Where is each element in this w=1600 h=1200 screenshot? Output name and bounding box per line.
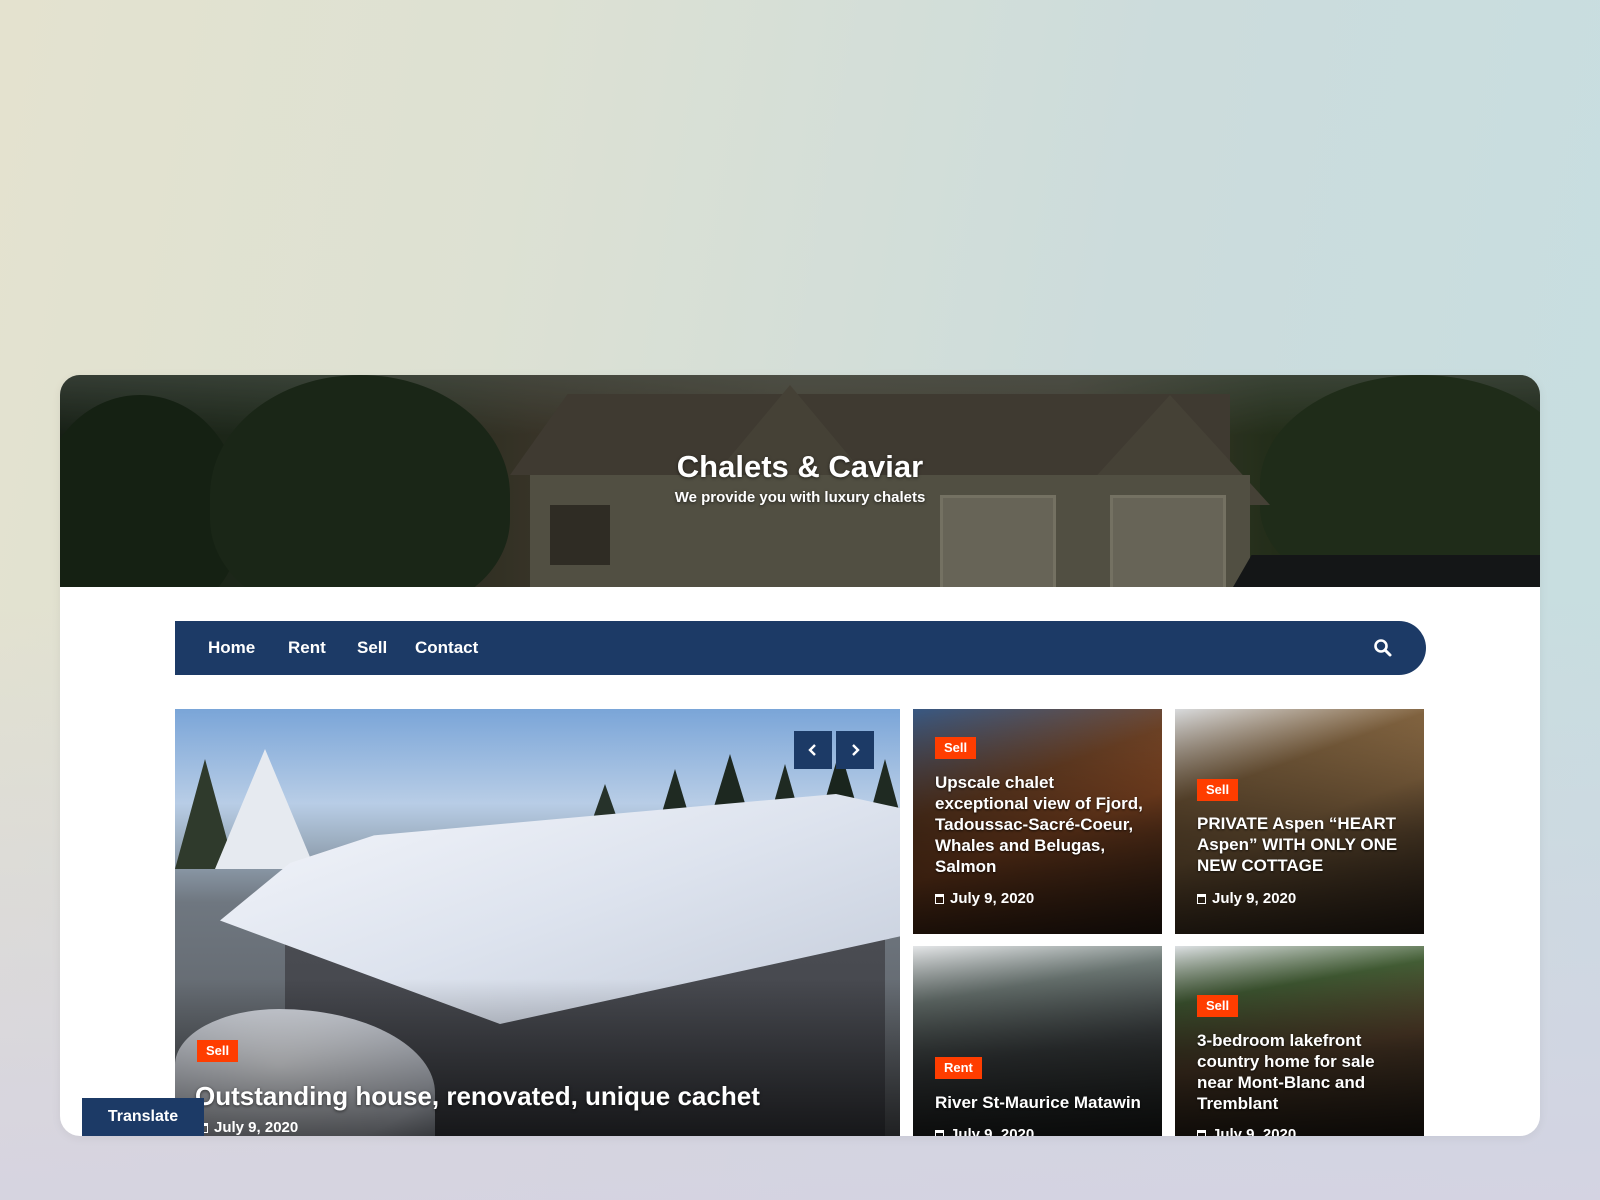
post-card[interactable]: Sell PRIVATE Aspen “HEART Aspen” WITH ON… — [1175, 709, 1424, 934]
post-date-text: July 9, 2020 — [1212, 890, 1297, 907]
nav-item-sell[interactable]: Sell — [357, 621, 387, 675]
post-title[interactable]: Upscale chalet exceptional view of Fjord… — [935, 772, 1145, 877]
search-icon[interactable] — [1373, 638, 1393, 658]
slider-next-button[interactable] — [836, 731, 874, 769]
featured-overlay — [175, 979, 900, 1136]
post-title[interactable]: PRIVATE Aspen “HEART Aspen” WITH ONLY ON… — [1197, 813, 1407, 876]
nav-item-rent[interactable]: Rent — [288, 621, 326, 675]
chevron-right-icon — [852, 744, 860, 756]
post-date-text: July 9, 2020 — [950, 1126, 1035, 1136]
post-date: July 9, 2020 — [935, 1126, 1034, 1136]
calendar-icon — [1197, 1129, 1206, 1136]
category-badge[interactable]: Rent — [935, 1057, 982, 1079]
post-title[interactable]: 3-bedroom lakefront country home for sal… — [1197, 1030, 1407, 1114]
post-card[interactable]: Sell 3-bedroom lakefront country home fo… — [1175, 946, 1424, 1136]
post-date: July 9, 2020 — [935, 890, 1034, 907]
browser-window: Chalets & Caviar We provide you with lux… — [60, 375, 1540, 1136]
site-tagline: We provide you with luxury chalets — [674, 489, 926, 506]
post-date-text: July 9, 2020 — [214, 1119, 299, 1136]
post-date: July 9, 2020 — [1197, 1126, 1296, 1136]
post-date: July 9, 2020 — [1197, 890, 1296, 907]
translate-button[interactable]: Translate — [82, 1098, 204, 1136]
calendar-icon — [1197, 893, 1206, 904]
post-date-text: July 9, 2020 — [950, 890, 1035, 907]
nav-item-contact[interactable]: Contact — [415, 621, 478, 675]
post-card[interactable]: Rent River St-Maurice Matawin July 9, 20… — [913, 946, 1162, 1136]
main-nav: Home Rent Sell Contact — [175, 621, 1426, 675]
nav-item-home[interactable]: Home — [208, 621, 255, 675]
slider-prev-button[interactable] — [794, 731, 832, 769]
category-badge[interactable]: Sell — [1197, 995, 1239, 1017]
featured-title[interactable]: Outstanding house, renovated, unique cac… — [195, 1081, 760, 1112]
post-card[interactable]: Sell Upscale chalet exceptional view of … — [913, 709, 1162, 934]
category-badge[interactable]: Sell — [935, 737, 977, 759]
post-date: July 9, 2020 — [199, 1119, 298, 1136]
post-title[interactable]: River St-Maurice Matawin — [935, 1092, 1145, 1113]
post-date-text: July 9, 2020 — [1212, 1126, 1297, 1136]
featured-slide[interactable]: Sell Outstanding house, renovated, uniqu… — [175, 709, 900, 1136]
site-title[interactable]: Chalets & Caviar — [60, 449, 1540, 485]
calendar-icon — [935, 1129, 944, 1136]
header-banner: Chalets & Caviar We provide you with lux… — [60, 375, 1540, 587]
category-badge[interactable]: Sell — [1197, 779, 1239, 801]
chevron-left-icon — [808, 744, 816, 756]
calendar-icon — [935, 893, 944, 904]
category-badge[interactable]: Sell — [197, 1040, 239, 1062]
